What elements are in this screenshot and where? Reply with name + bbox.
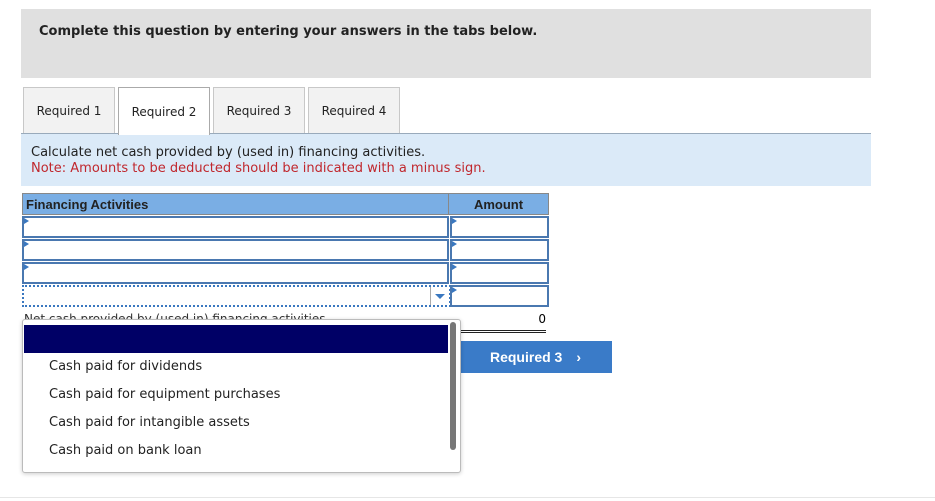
tab-required-1[interactable]: Required 1 — [23, 87, 115, 133]
dropdown-option-blank-selected[interactable] — [24, 325, 448, 353]
column-header-amount: Amount — [448, 193, 549, 215]
tab-required-2[interactable]: Required 2 — [118, 87, 210, 135]
amount-input-3[interactable] — [450, 262, 549, 284]
next-required-3-button[interactable]: Required 3 › — [459, 341, 612, 373]
amount-input-2[interactable] — [450, 239, 549, 261]
dropdown-option[interactable]: Cash paid for dividends — [49, 359, 202, 374]
activity-select-4[interactable] — [22, 285, 451, 307]
column-header-activities: Financing Activities — [22, 193, 449, 215]
activity-input-3[interactable] — [22, 262, 449, 284]
header-instruction: Complete this question by entering your … — [39, 24, 538, 39]
activity-input-2[interactable] — [22, 239, 449, 261]
question-header: Complete this question by entering your … — [21, 9, 871, 78]
dropdown-option[interactable]: Cash paid for equipment purchases — [49, 387, 280, 402]
chevron-down-icon — [435, 294, 445, 299]
dropdown-list: Cash paid for dividends Cash paid for eq… — [22, 319, 461, 473]
chevron-right-icon: › — [576, 349, 582, 365]
activity-input-1[interactable] — [22, 216, 449, 238]
dropdown-toggle[interactable] — [430, 287, 449, 305]
amount-input-4[interactable] — [450, 285, 549, 307]
dropdown-scrollbar[interactable] — [450, 322, 456, 450]
amount-input-1[interactable] — [450, 216, 549, 238]
tab-required-3[interactable]: Required 3 — [213, 87, 305, 133]
divider — [0, 497, 935, 498]
instruction-note: Note: Amounts to be deducted should be i… — [31, 161, 486, 176]
instructions-panel: Calculate net cash provided by (used in)… — [21, 133, 871, 186]
total-value: 0 — [450, 308, 546, 333]
instruction-text: Calculate net cash provided by (used in)… — [31, 145, 426, 160]
dropdown-option[interactable]: Cash paid for intangible assets — [49, 415, 250, 430]
tab-required-4[interactable]: Required 4 — [308, 87, 400, 133]
dropdown-option[interactable]: Cash paid on bank loan — [49, 443, 202, 458]
next-label: Required 3 — [489, 349, 563, 365]
